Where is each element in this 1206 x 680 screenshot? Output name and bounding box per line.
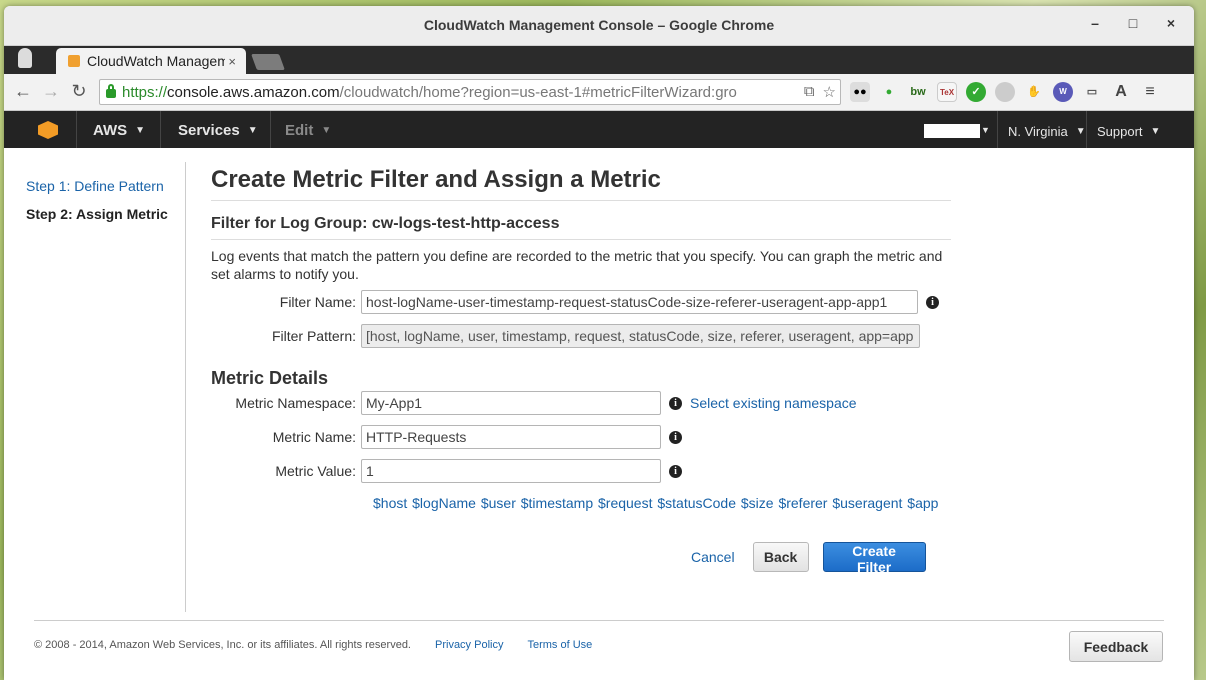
- account-menu[interactable]: [924, 124, 980, 138]
- info-icon[interactable]: i: [669, 430, 682, 444]
- cancel-link[interactable]: Cancel: [691, 549, 735, 565]
- maximize-icon[interactable]: □: [1124, 15, 1142, 31]
- chevron-down-icon: ▼: [1075, 126, 1086, 137]
- aws-navbar: AWS ▼ Services ▼ Edit ▼ ▼ N. Virginia ▼ …: [4, 111, 1194, 150]
- lock-icon: [106, 84, 116, 98]
- wizard-form: Create Metric Filter and Assign a Metric…: [211, 166, 951, 575]
- filter-name-row: Filter Name: i: [211, 290, 939, 314]
- metric-value-label: Metric Value:: [275, 463, 356, 479]
- page-title: Create Metric Filter and Assign a Metric: [211, 166, 951, 201]
- chrome-user-icon[interactable]: [16, 46, 38, 74]
- divider: [185, 162, 186, 612]
- form-actions: Cancel Back Create Filter: [691, 542, 926, 575]
- log-group-heading: Filter for Log Group: cw-logs-test-http-…: [211, 215, 951, 240]
- services-menu[interactable]: Services ▼: [178, 122, 258, 139]
- browser-toolbar: ← → ↻ https://console.aws.amazon.com/clo…: [4, 74, 1194, 111]
- copyright-text: © 2008 - 2014, Amazon Web Services, Inc.…: [34, 639, 411, 651]
- glasses-extension-icon[interactable]: ●●: [850, 82, 870, 102]
- footer-divider: [34, 620, 1164, 621]
- globe-extension-icon[interactable]: [995, 82, 1015, 102]
- close-window-icon[interactable]: ×: [1162, 15, 1180, 31]
- support-label: Support: [1097, 124, 1143, 139]
- services-menu-label: Services: [178, 122, 240, 139]
- footer: © 2008 - 2014, Amazon Web Services, Inc.…: [34, 639, 592, 651]
- page-content: Step 1: Define Pattern Step 2: Assign Me…: [4, 148, 1194, 680]
- extension-icons: ●● ● bw TeX ✓ ✋ W ▭ A ≡: [850, 82, 1160, 102]
- evernote-extension-icon[interactable]: ●: [879, 82, 899, 102]
- chevron-down-icon: ▼: [135, 125, 146, 136]
- metric-namespace-row: Metric Namespace: i Select existing name…: [211, 391, 857, 415]
- omnibox-icons: ⧉ ☆: [799, 83, 836, 101]
- aws-logo-icon[interactable]: [38, 121, 58, 139]
- url-scheme: https://: [122, 83, 168, 101]
- step-define-pattern-link[interactable]: Step 1: Define Pattern: [26, 178, 168, 194]
- metric-name-input[interactable]: [361, 425, 661, 449]
- thumbs-up-extension-icon[interactable]: ✓: [966, 82, 986, 102]
- tab-strip: CloudWatch Management Console ×: [4, 46, 1194, 74]
- description-text: Log events that match the pattern you de…: [211, 248, 943, 282]
- metric-namespace-input[interactable]: [361, 391, 661, 415]
- field-token-links[interactable]: $host $logName $user $timestamp $request…: [373, 495, 938, 511]
- filter-name-label: Filter Name:: [279, 294, 356, 310]
- forward-arrow-icon[interactable]: →: [40, 81, 62, 102]
- region-label: N. Virginia: [1008, 124, 1068, 139]
- back-button[interactable]: Back: [752, 542, 809, 572]
- region-menu[interactable]: N. Virginia ▼: [1008, 124, 1086, 139]
- new-tab-button[interactable]: [251, 54, 285, 70]
- info-icon[interactable]: i: [669, 464, 682, 478]
- edit-menu[interactable]: Edit ▼: [285, 122, 331, 139]
- create-filter-button[interactable]: Create Filter: [822, 542, 926, 575]
- metric-name-label: Metric Name:: [272, 429, 356, 445]
- filter-pattern-input[interactable]: [361, 324, 920, 348]
- chevron-down-icon: ▼: [1150, 126, 1161, 137]
- favicon-icon: [68, 55, 80, 67]
- filter-pattern-row: Filter Pattern:: [211, 324, 920, 348]
- chevron-down-icon: ▼: [981, 125, 990, 135]
- tab-close-icon[interactable]: ×: [228, 54, 236, 69]
- cast-icon[interactable]: ▭: [1082, 82, 1102, 102]
- window-controls: – □ ×: [1086, 15, 1180, 31]
- feedback-button[interactable]: Feedback: [1069, 631, 1163, 662]
- address-bar[interactable]: https://console.aws.amazon.com/cloudwatc…: [99, 79, 841, 105]
- filter-name-input[interactable]: [361, 290, 918, 314]
- metric-namespace-label: Metric Namespace:: [235, 395, 356, 411]
- support-menu[interactable]: Support ▼: [1097, 124, 1160, 139]
- terms-of-use-link[interactable]: Terms of Use: [527, 639, 592, 651]
- url-path: /cloudwatch/home?region=us-east-1#metric…: [339, 83, 737, 101]
- tex-extension-icon[interactable]: TeX: [937, 82, 957, 102]
- url-host: console.aws.amazon.com: [167, 83, 340, 101]
- chrome-menu-icon[interactable]: ≡: [1140, 82, 1160, 102]
- bookmark-star-icon[interactable]: ☆: [823, 83, 836, 101]
- chevron-down-icon: ▼: [247, 125, 258, 136]
- info-icon[interactable]: i: [926, 295, 939, 309]
- hand-extension-icon[interactable]: ✋: [1024, 82, 1044, 102]
- edit-menu-label: Edit: [285, 122, 314, 139]
- metric-details-heading: Metric Details: [211, 368, 329, 388]
- select-existing-namespace-link[interactable]: Select existing namespace: [690, 395, 857, 411]
- info-icon[interactable]: i: [669, 396, 682, 410]
- bw-extension-icon[interactable]: bw: [908, 82, 928, 102]
- metric-value-row: Metric Value: i: [211, 459, 682, 483]
- metric-value-input[interactable]: [361, 459, 661, 483]
- chevron-down-icon: ▼: [321, 125, 332, 136]
- aws-menu-label: AWS: [93, 122, 128, 139]
- browser-tab[interactable]: CloudWatch Management Console ×: [56, 48, 246, 74]
- minimize-icon[interactable]: –: [1086, 15, 1104, 31]
- font-size-extension-icon[interactable]: A: [1111, 82, 1131, 102]
- reload-icon[interactable]: ↻: [68, 81, 90, 102]
- web-developer-extension-icon[interactable]: W: [1053, 82, 1073, 102]
- metric-name-row: Metric Name: i: [211, 425, 682, 449]
- aws-menu[interactable]: AWS ▼: [93, 122, 145, 139]
- page-action-icon[interactable]: ⧉: [804, 83, 815, 101]
- filter-pattern-label: Filter Pattern:: [271, 328, 356, 344]
- privacy-policy-link[interactable]: Privacy Policy: [435, 639, 503, 651]
- wizard-steps: Step 1: Define Pattern Step 2: Assign Me…: [26, 178, 168, 222]
- back-arrow-icon[interactable]: ←: [12, 81, 34, 102]
- step-assign-metric: Step 2: Assign Metric: [26, 206, 168, 222]
- tab-label: CloudWatch Management Console: [87, 53, 225, 69]
- title-bar: CloudWatch Management Console – Google C…: [4, 6, 1194, 46]
- window-title: CloudWatch Management Console – Google C…: [423, 17, 775, 33]
